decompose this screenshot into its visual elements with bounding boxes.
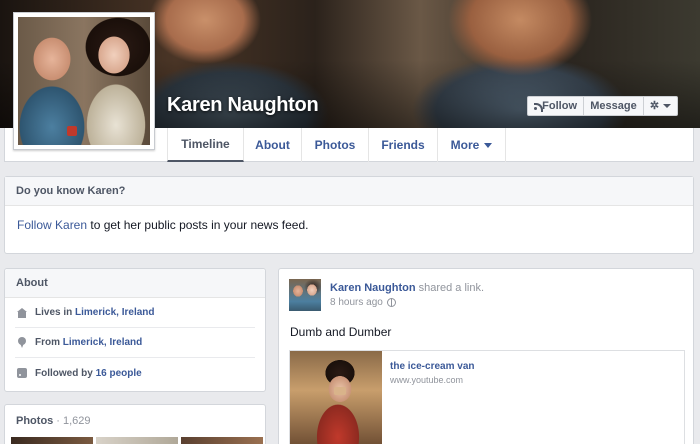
- do-you-know-text: to get her public posts in your news fee…: [87, 218, 309, 232]
- pin-icon: [18, 337, 26, 348]
- message-button[interactable]: Message: [584, 96, 644, 116]
- about-card: About Lives in Limerick, Ireland From Li…: [4, 268, 266, 392]
- tab-photos[interactable]: Photos: [302, 128, 369, 162]
- do-you-know-card: Do you know Karen? Follow Karen to get h…: [4, 176, 694, 254]
- photo-thumbnail[interactable]: [96, 437, 178, 444]
- profile-name[interactable]: Karen Naughton: [167, 94, 319, 117]
- profile-picture-frame[interactable]: [13, 12, 155, 150]
- photo-thumbnail[interactable]: [11, 437, 93, 444]
- shared-link-preview[interactable]: the ice-cream van www.youtube.com: [289, 350, 685, 444]
- photos-card: Photos · 1,629: [4, 404, 266, 444]
- photo-strip: [11, 437, 263, 444]
- post-author-link[interactable]: Karen Naughton: [330, 282, 416, 294]
- about-row-prefix: From: [35, 337, 60, 348]
- about-row-from: From Limerick, Ireland: [15, 328, 255, 358]
- about-title[interactable]: About: [5, 269, 265, 298]
- home-icon: [17, 307, 27, 318]
- timeline-post: Karen Naughton shared a link. 8 hours ag…: [278, 268, 694, 444]
- do-you-know-body: Follow Karen to get her public posts in …: [5, 206, 693, 244]
- photos-count: · 1,629: [56, 415, 91, 427]
- tab-label: More: [450, 138, 480, 152]
- ice-cream-icon: [334, 387, 346, 395]
- gear-icon: ✲: [649, 99, 660, 112]
- profile-picture[interactable]: [18, 17, 150, 145]
- tab-about[interactable]: About: [244, 128, 302, 162]
- post-action: shared a link.: [415, 282, 485, 294]
- post-text: Dumb and Dumber: [290, 325, 392, 339]
- tab-more[interactable]: More: [438, 128, 506, 162]
- follow-button-label: Follow: [542, 100, 577, 112]
- post-meta: 8 hours ago: [330, 297, 396, 308]
- message-button-label: Message: [590, 100, 637, 112]
- do-you-know-title: Do you know Karen?: [5, 177, 693, 206]
- tab-timeline[interactable]: Timeline: [167, 128, 244, 162]
- location-link[interactable]: Limerick, Ireland: [75, 307, 154, 318]
- about-row-lives-in: Lives in Limerick, Ireland: [15, 298, 255, 328]
- follow-link[interactable]: Follow Karen: [17, 218, 87, 232]
- profile-tabs: Timeline About Photos Friends More: [167, 128, 506, 162]
- about-row-prefix: Followed by: [35, 367, 93, 379]
- follow-button[interactable]: Follow: [527, 96, 584, 116]
- post-header: Karen Naughton shared a link.: [330, 282, 484, 294]
- tab-label: Friends: [381, 138, 425, 152]
- photos-title[interactable]: Photos · 1,629: [5, 405, 265, 437]
- link-domain: www.youtube.com: [390, 375, 464, 385]
- tab-friends[interactable]: Friends: [369, 128, 438, 162]
- profile-picture-badge: [67, 126, 77, 136]
- post-timestamp[interactable]: 8 hours ago: [330, 297, 383, 308]
- settings-dropdown-button[interactable]: ✲: [644, 96, 678, 116]
- post-author-avatar[interactable]: [289, 279, 321, 311]
- tab-label: Photos: [314, 138, 356, 152]
- chevron-down-icon: [663, 104, 672, 108]
- followers-link[interactable]: 16 people: [96, 368, 142, 379]
- tab-label: About: [255, 138, 290, 152]
- hometown-link[interactable]: Limerick, Ireland: [63, 337, 142, 348]
- about-row-prefix: Lives in: [35, 307, 73, 318]
- rss-icon: [534, 102, 544, 112]
- cover-actions: Follow Message ✲: [527, 96, 678, 116]
- link-title[interactable]: the ice-cream van: [390, 361, 475, 372]
- photo-thumbnail[interactable]: [181, 437, 263, 444]
- about-row-followers: Followed by 16 people: [15, 358, 255, 388]
- tab-label: Timeline: [181, 137, 230, 151]
- globe-icon[interactable]: [386, 298, 396, 307]
- link-info: the ice-cream van www.youtube.com: [382, 351, 483, 444]
- link-thumbnail[interactable]: [290, 351, 382, 444]
- feed-icon: [17, 368, 27, 378]
- photos-title-label: Photos: [16, 415, 54, 427]
- chevron-down-icon: [484, 142, 493, 148]
